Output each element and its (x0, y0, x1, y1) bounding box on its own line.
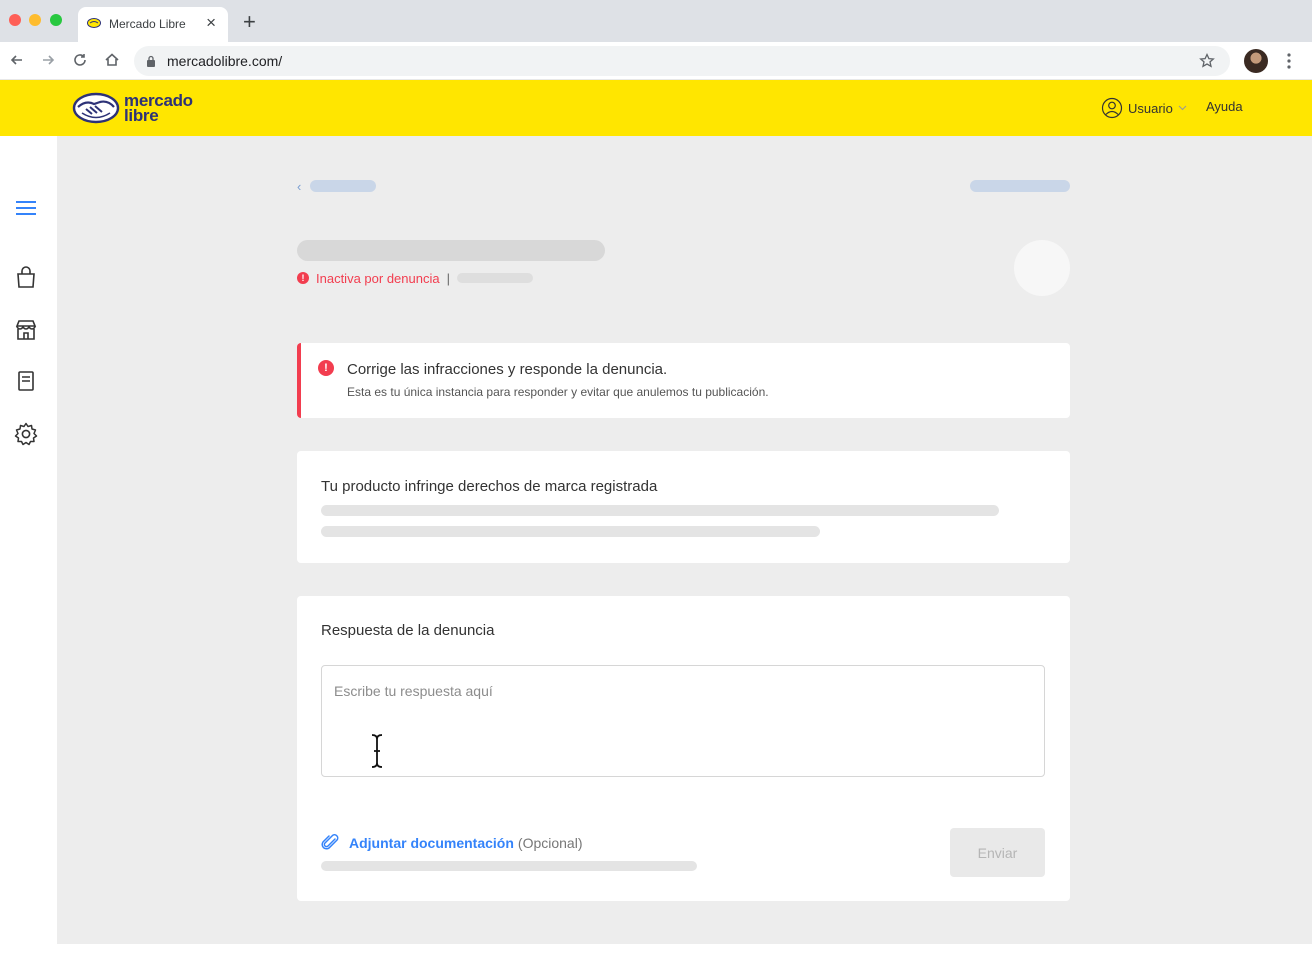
user-icon (1101, 97, 1123, 119)
text-cursor-icon (371, 734, 383, 768)
chevron-down-icon (1178, 105, 1187, 111)
paperclip-icon (321, 834, 339, 850)
response-title: Respuesta de la denuncia (321, 622, 495, 639)
reload-icon[interactable] (70, 50, 90, 70)
alert-title: Corrige las infracciones y responde la d… (347, 361, 668, 378)
browser-tab-bar: Mercado Libre × + (0, 0, 1312, 42)
browser-toolbar: mercadolibre.com/ (0, 42, 1312, 80)
new-tab-icon[interactable]: + (243, 9, 256, 35)
alert-description: Esta es tu única instancia para responde… (347, 385, 769, 399)
user-label: Usuario (1128, 100, 1173, 116)
header-link-placeholder[interactable] (970, 180, 1070, 192)
listing-id-placeholder (456, 273, 533, 283)
infraction-title: Tu producto infringe derechos de marca r… (321, 478, 658, 495)
response-textarea[interactable] (321, 665, 1045, 777)
attach-optional-label: (Opcional) (517, 835, 583, 851)
listing-thumbnail (1014, 240, 1070, 296)
help-link[interactable]: Ayuda (1206, 99, 1243, 114)
listing-status: ! Inactiva por denuncia | (297, 270, 533, 286)
breadcrumb-placeholder[interactable] (310, 180, 376, 192)
minimize-window-button[interactable] (29, 14, 41, 26)
infraction-detail-placeholder (321, 526, 820, 537)
browser-menu-icon[interactable] (1282, 50, 1296, 72)
attach-hint-placeholder (321, 861, 697, 871)
bookmark-star-icon[interactable] (1198, 52, 1216, 70)
mercadolibre-logo[interactable]: mercado libre (72, 90, 202, 126)
infraction-alert: ! Corrige las infracciones y responde la… (297, 343, 1070, 418)
shopping-bag-icon[interactable] (13, 264, 39, 290)
maximize-window-button[interactable] (50, 14, 62, 26)
send-button[interactable]: Enviar (950, 828, 1045, 877)
tab-title: Mercado Libre (109, 17, 186, 31)
forward-arrow-icon[interactable] (38, 50, 58, 70)
mercadolibre-favicon-icon (87, 18, 101, 28)
address-bar[interactable]: mercadolibre.com/ (134, 46, 1230, 76)
logo-text-line2: libre (124, 106, 159, 125)
back-chevron-icon[interactable]: ‹ (297, 179, 301, 194)
handshake-logo-icon (72, 92, 120, 124)
document-icon[interactable] (13, 368, 39, 394)
status-alert-icon: ! (297, 272, 309, 284)
store-icon[interactable] (13, 317, 39, 343)
listing-title-placeholder (297, 240, 605, 261)
tab-close-icon[interactable]: × (206, 13, 216, 33)
infraction-card: Tu producto infringe derechos de marca r… (297, 451, 1070, 563)
user-menu[interactable]: Usuario (1101, 97, 1187, 119)
response-card: Respuesta de la denuncia Adjuntar docume… (297, 596, 1070, 901)
browser-tab[interactable]: Mercado Libre × (78, 7, 228, 42)
menu-icon[interactable] (13, 195, 39, 221)
gear-icon[interactable] (13, 421, 39, 447)
main-content: ‹ ! Inactiva por denuncia | ! Corrige la… (57, 136, 1312, 944)
logo-text: mercado libre (124, 92, 193, 125)
profile-avatar[interactable] (1244, 49, 1268, 73)
attach-link[interactable]: Adjuntar documentación (349, 835, 514, 851)
attach-documentation[interactable]: Adjuntar documentación (Opcional) (321, 834, 583, 852)
lock-icon (147, 55, 155, 67)
alert-icon: ! (318, 360, 334, 376)
status-separator: | (446, 270, 450, 286)
close-window-button[interactable] (9, 14, 21, 26)
home-icon[interactable] (102, 50, 122, 70)
page-bottom-edge (0, 944, 1312, 954)
url-text: mercadolibre.com/ (167, 53, 283, 69)
app-header: mercado libre Usuario Ayuda (0, 80, 1312, 136)
sidebar (0, 136, 57, 944)
back-arrow-icon[interactable] (7, 50, 27, 70)
status-text: Inactiva por denuncia (316, 270, 440, 286)
infraction-detail-placeholder (321, 505, 999, 516)
